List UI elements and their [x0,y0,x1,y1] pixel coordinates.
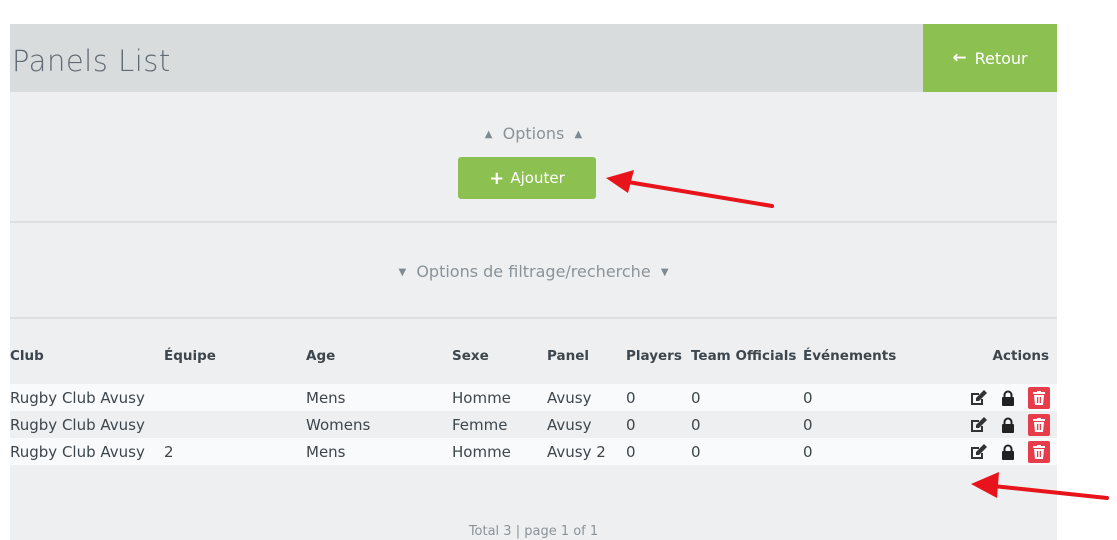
trash-icon[interactable] [1028,386,1050,409]
plus-icon: + [489,167,505,189]
lock-icon[interactable] [998,415,1018,435]
cell-players: 0 [626,438,691,465]
cell-panel: Avusy [547,411,626,438]
panels-table: Club Équipe Age Sexe Panel Players Team … [10,327,1057,465]
cell-panel: Avusy 2 [547,438,626,465]
filter-label: Options de filtrage/recherche [416,262,651,281]
cell-age: Mens [306,384,452,411]
divider [10,221,1057,223]
column-header-players[interactable]: Players [626,327,691,384]
column-header-sexe[interactable]: Sexe [452,327,547,384]
triangle-down-icon: ▼ [660,267,669,278]
cell-actions [918,411,1057,438]
triangle-up-icon: ▲ [574,129,583,140]
arrow-left-icon: ← [952,48,967,68]
divider [10,317,1057,319]
column-header-panel[interactable]: Panel [547,327,626,384]
triangle-down-icon: ▼ [398,267,407,278]
table-row: Rugby Club Avusy Womens Femme Avusy 0 0 … [10,411,1057,438]
options-toggle[interactable]: ▲ Options ▲ [10,124,1057,143]
cell-team-officials: 0 [691,438,803,465]
edit-icon[interactable] [968,388,988,408]
triangle-up-icon: ▲ [484,129,493,140]
cell-players: 0 [626,411,691,438]
column-header-age[interactable]: Age [306,327,452,384]
add-button[interactable]: + Ajouter [458,157,596,199]
trash-icon[interactable] [1028,413,1050,436]
cell-age: Womens [306,411,452,438]
table-header-row: Club Équipe Age Sexe Panel Players Team … [10,327,1057,384]
page-title: Panels List [12,44,171,78]
cell-players: 0 [626,384,691,411]
filter-toggle[interactable]: ▼ Options de filtrage/recherche ▼ [10,262,1057,281]
back-button-label: Retour [974,48,1028,68]
lock-icon[interactable] [998,442,1018,462]
cell-actions [918,438,1057,465]
cell-sexe: Homme [452,384,547,411]
column-header-evenements[interactable]: Événements [803,327,918,384]
lock-icon[interactable] [998,388,1018,408]
cell-club: Rugby Club Avusy [10,411,164,438]
cell-age: Mens [306,438,452,465]
cell-panel: Avusy [547,384,626,411]
options-label: Options [502,124,565,143]
edit-icon[interactable] [968,415,988,435]
cell-evenements: 0 [803,384,918,411]
edit-icon[interactable] [968,442,988,462]
column-header-equipe[interactable]: Équipe [164,327,306,384]
column-header-team-officials[interactable]: Team Officials [691,327,803,384]
pagination-info: Total 3 | page 1 of 1 [468,524,599,539]
panel-header: Panels List ← Retour [10,24,1057,92]
cell-sexe: Femme [452,411,547,438]
cell-equipe [164,384,306,411]
trash-icon[interactable] [1028,440,1050,463]
table-row: Rugby Club Avusy 2 Mens Homme Avusy 2 0 … [10,438,1057,465]
cell-equipe: 2 [164,438,306,465]
cell-club: Rugby Club Avusy [10,438,164,465]
cell-team-officials: 0 [691,384,803,411]
cell-evenements: 0 [803,411,918,438]
cell-sexe: Homme [452,438,547,465]
add-button-label: Ajouter [510,169,565,187]
cell-club: Rugby Club Avusy [10,384,164,411]
column-header-actions: Actions [992,347,1049,364]
cell-actions [918,384,1057,411]
panels-panel: Panels List ← Retour ▲ Options ▲ + Ajout… [10,24,1057,540]
column-header-club[interactable]: Club [10,327,164,384]
table-row: Rugby Club Avusy Mens Homme Avusy 0 0 0 [10,384,1057,411]
back-button[interactable]: ← Retour [923,24,1057,92]
cell-equipe [164,411,306,438]
cell-team-officials: 0 [691,411,803,438]
cell-evenements: 0 [803,438,918,465]
